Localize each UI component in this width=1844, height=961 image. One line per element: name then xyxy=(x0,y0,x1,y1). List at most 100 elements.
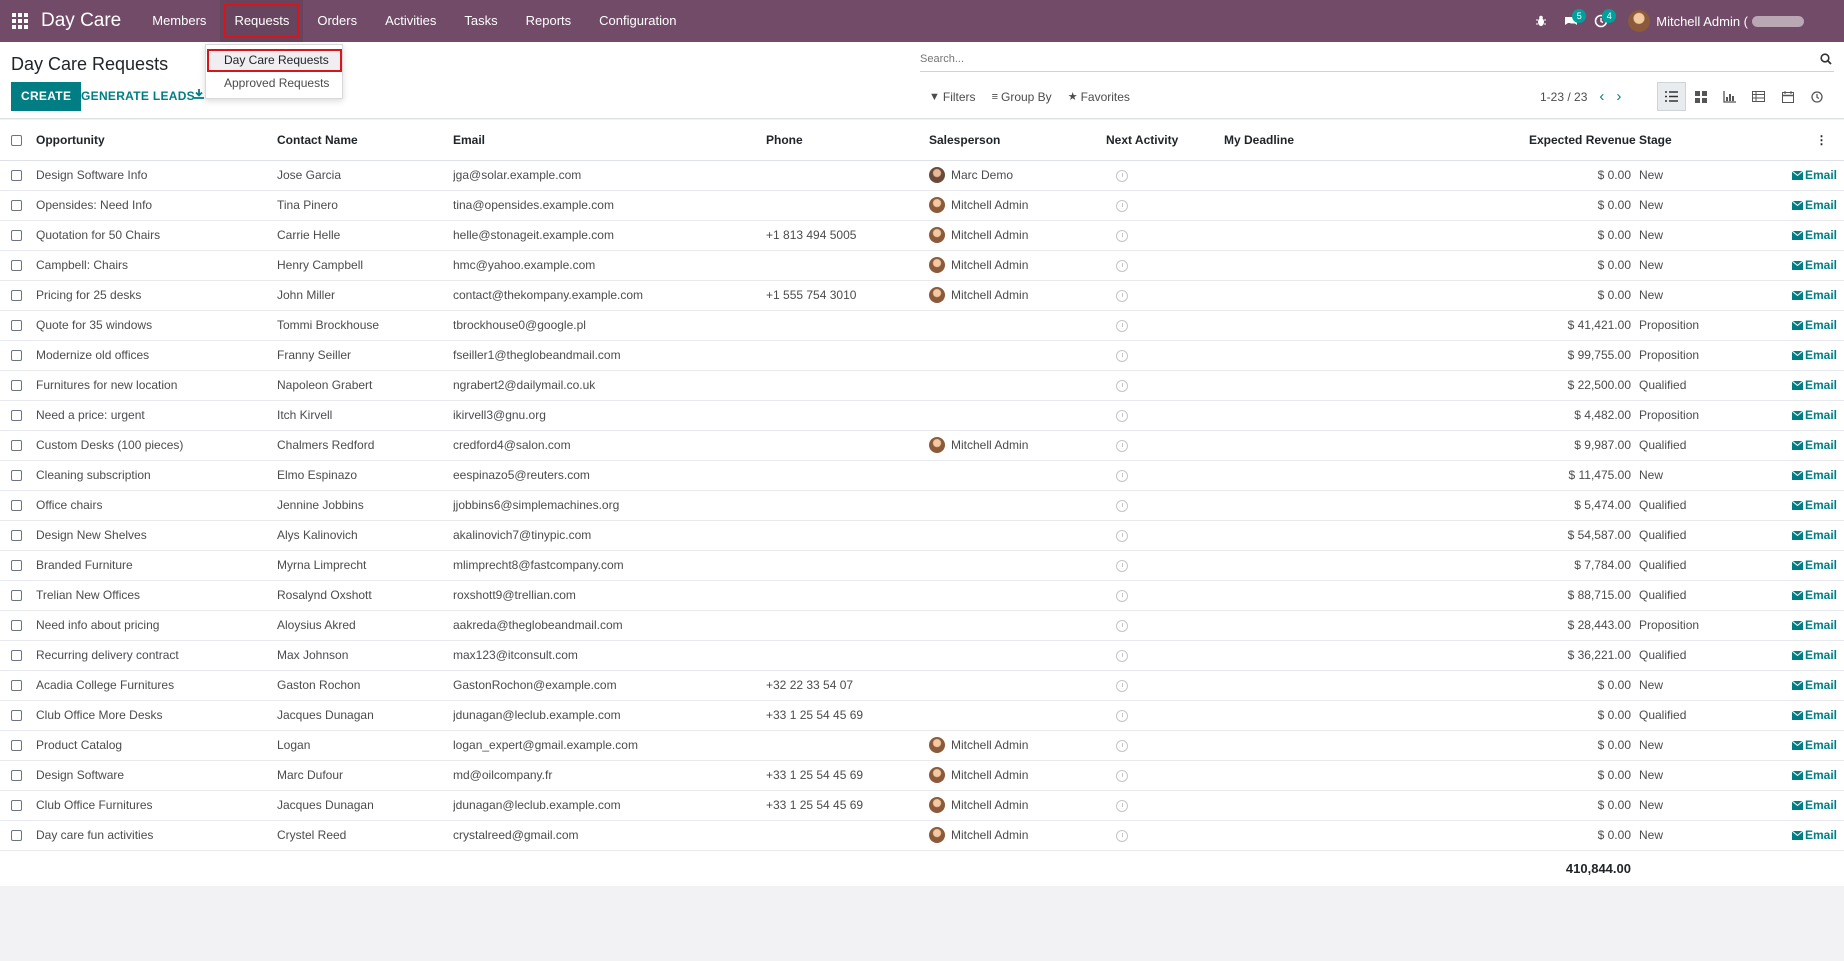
table-row[interactable]: Design Software Marc Dufour md@oilcompany.… xyxy=(0,760,1844,791)
email-action-button[interactable]: Email xyxy=(1792,738,1837,752)
email-action-button[interactable]: Email xyxy=(1792,258,1837,272)
activity-clock-icon[interactable] xyxy=(1116,199,1128,212)
menu-activities[interactable]: Activities xyxy=(371,0,450,42)
pager-value[interactable]: 1-23 / 23 xyxy=(1540,90,1587,104)
activity-clock-icon[interactable] xyxy=(1116,409,1128,422)
email-action-button[interactable]: Email xyxy=(1792,408,1837,422)
app-brand[interactable]: Day Care xyxy=(41,10,121,32)
activity-clock-icon[interactable] xyxy=(1116,829,1128,842)
row-checkbox[interactable] xyxy=(11,590,22,602)
activity-clock-icon[interactable] xyxy=(1116,439,1128,452)
table-row[interactable]: Trelian New Offices Rosalynd Oxshott roxsh… xyxy=(0,580,1844,611)
table-row[interactable]: Cleaning subscription Elmo Espinazo eespin… xyxy=(0,460,1844,491)
row-checkbox[interactable] xyxy=(11,530,22,542)
table-row[interactable]: Recurring delivery contract Max Johnson ma… xyxy=(0,640,1844,671)
select-all-checkbox[interactable] xyxy=(11,135,22,147)
table-row[interactable]: Club Office More Desks Jacques Dunagan jdu… xyxy=(0,700,1844,731)
table-row[interactable]: Design New Shelves Alys Kalinovich akalino… xyxy=(0,520,1844,551)
row-checkbox[interactable] xyxy=(11,800,22,812)
row-checkbox[interactable] xyxy=(11,170,22,182)
email-action-button[interactable]: Email xyxy=(1792,768,1837,782)
group-by-button[interactable]: ≡ Group By xyxy=(992,90,1052,104)
activity-clock-icon[interactable] xyxy=(1116,529,1128,542)
table-row[interactable]: Campbell: Chairs Henry Campbell hmc@yahoo.… xyxy=(0,250,1844,281)
activity-clock-icon[interactable] xyxy=(1116,229,1128,242)
header-salesperson[interactable]: Salesperson xyxy=(929,120,1106,161)
email-action-button[interactable]: Email xyxy=(1792,348,1837,362)
table-row[interactable]: Furnitures for new location Napoleon Grab… xyxy=(0,370,1844,401)
menu-reports[interactable]: Reports xyxy=(512,0,586,42)
row-checkbox[interactable] xyxy=(11,560,22,572)
favorites-button[interactable]: ★ Favorites xyxy=(1068,90,1130,104)
search-input[interactable] xyxy=(920,50,1800,65)
kanban-view-icon[interactable] xyxy=(1686,82,1715,111)
menu-members[interactable]: Members xyxy=(138,0,220,42)
table-row[interactable]: Need info about pricing Aloysius Akred aak… xyxy=(0,610,1844,641)
row-checkbox[interactable] xyxy=(11,770,22,782)
activity-clock-icon[interactable] xyxy=(1116,469,1128,482)
row-checkbox[interactable] xyxy=(11,230,22,242)
email-action-button[interactable]: Email xyxy=(1792,198,1837,212)
row-checkbox[interactable] xyxy=(11,680,22,692)
email-action-button[interactable]: Email xyxy=(1792,378,1837,392)
table-row[interactable]: Day care fun activities Crystel Reed cryst… xyxy=(0,820,1844,851)
search-icon[interactable] xyxy=(1820,53,1834,67)
email-action-button[interactable]: Email xyxy=(1792,468,1837,482)
header-opportunity[interactable]: Opportunity xyxy=(36,120,277,161)
row-checkbox[interactable] xyxy=(11,830,22,842)
table-row[interactable]: Need a price: urgent Itch Kirvell ikirvell… xyxy=(0,400,1844,431)
activity-clock-icon[interactable] xyxy=(1116,709,1128,722)
activity-clock-icon[interactable] xyxy=(1116,619,1128,632)
app-grid-icon[interactable] xyxy=(11,12,29,30)
row-checkbox[interactable] xyxy=(11,410,22,422)
row-checkbox[interactable] xyxy=(11,380,22,392)
table-row[interactable]: Branded Furniture Myrna Limprecht mlimprec… xyxy=(0,550,1844,581)
activity-clock-icon[interactable] xyxy=(1116,739,1128,752)
row-checkbox[interactable] xyxy=(11,440,22,452)
calendar-view-icon[interactable] xyxy=(1773,82,1802,111)
table-row[interactable]: Opensides: Need Info Tina Pinero tina@open… xyxy=(0,190,1844,221)
activity-clock-icon[interactable] xyxy=(1116,379,1128,392)
dropdown-item-approved-requests[interactable]: Approved Requests xyxy=(206,72,342,95)
header-stage[interactable]: Stage xyxy=(1639,120,1774,161)
activity-clock-icon[interactable] xyxy=(1116,499,1128,512)
email-action-button[interactable]: Email xyxy=(1792,618,1837,632)
table-row[interactable]: Design Software Info Jose Garcia jga@solar… xyxy=(0,160,1844,191)
row-checkbox[interactable] xyxy=(11,200,22,212)
table-row[interactable]: Acadia College Furnitures Gaston Rochon Ga… xyxy=(0,670,1844,701)
activity-clock-icon[interactable] xyxy=(1116,289,1128,302)
header-next-activity[interactable]: Next Activity xyxy=(1106,120,1224,161)
table-row[interactable]: Quotation for 50 Chairs Carrie Helle helle… xyxy=(0,220,1844,251)
bug-icon[interactable] xyxy=(1526,0,1556,42)
email-action-button[interactable]: Email xyxy=(1792,828,1837,842)
pager-next-icon[interactable]: › xyxy=(1616,88,1621,105)
pivot-view-icon[interactable] xyxy=(1744,82,1773,111)
row-checkbox[interactable] xyxy=(11,740,22,752)
table-row[interactable]: Office chairs Jennine Jobbins jjobbins6@si… xyxy=(0,490,1844,521)
header-contact-name[interactable]: Contact Name xyxy=(277,120,453,161)
email-action-button[interactable]: Email xyxy=(1792,438,1837,452)
generate-leads-button[interactable]: GENERATE LEADS xyxy=(81,82,195,111)
email-action-button[interactable]: Email xyxy=(1792,498,1837,512)
table-row[interactable]: Pricing for 25 desks John Miller contact@t… xyxy=(0,280,1844,311)
list-view-icon[interactable] xyxy=(1657,82,1686,111)
row-checkbox[interactable] xyxy=(11,260,22,272)
activity-clock-icon[interactable] xyxy=(1116,259,1128,272)
activity-clock-icon[interactable] xyxy=(1116,799,1128,812)
activity-clock-icon[interactable] xyxy=(1116,679,1128,692)
activity-clock-icon[interactable] xyxy=(1116,649,1128,662)
graph-view-icon[interactable] xyxy=(1715,82,1744,111)
email-action-button[interactable]: Email xyxy=(1792,228,1837,242)
menu-configuration[interactable]: Configuration xyxy=(585,0,690,42)
row-checkbox[interactable] xyxy=(11,500,22,512)
filters-button[interactable]: ▼ Filters xyxy=(929,90,976,104)
row-checkbox[interactable] xyxy=(11,320,22,332)
email-action-button[interactable]: Email xyxy=(1792,798,1837,812)
activity-clock-icon[interactable] xyxy=(1116,349,1128,362)
activity-clock-icon[interactable] xyxy=(1116,169,1128,182)
activity-clock-icon[interactable] xyxy=(1116,559,1128,572)
email-action-button[interactable]: Email xyxy=(1792,558,1837,572)
table-row[interactable]: Club Office Furnitures Jacques Dunagan jdu… xyxy=(0,790,1844,821)
table-row[interactable]: Modernize old offices Franny Seiller fseil… xyxy=(0,340,1844,371)
table-row[interactable]: Quote for 35 windows Tommi Brockhouse tbro… xyxy=(0,310,1844,341)
